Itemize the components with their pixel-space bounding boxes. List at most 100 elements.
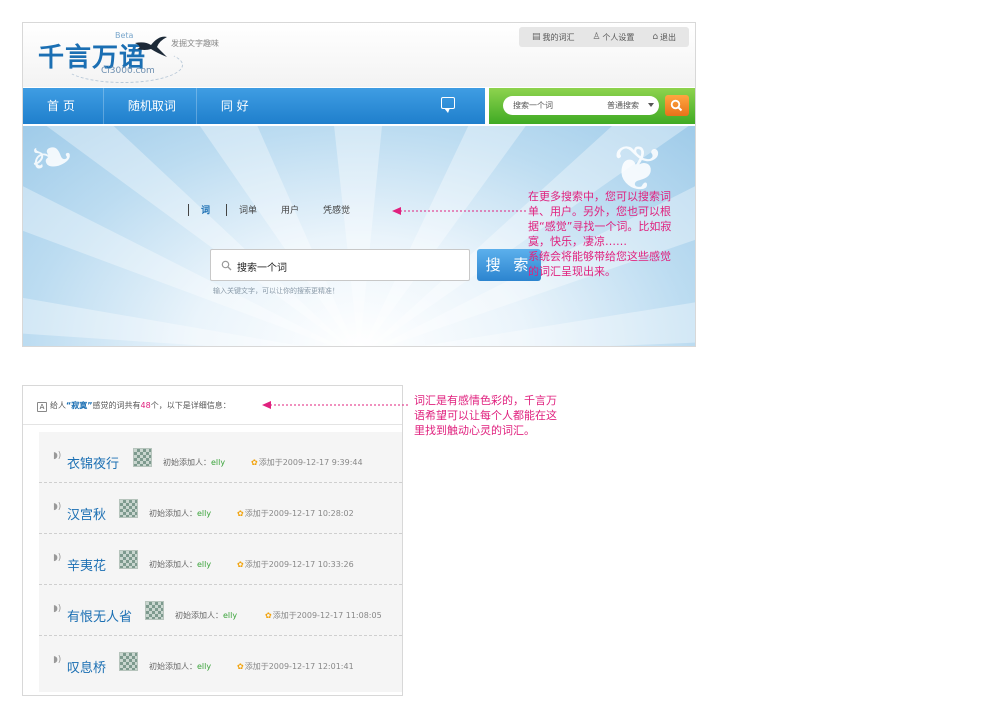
tab-wordlist[interactable]: 词单 [239,203,257,216]
added-date-text: 添加于2009-12-17 11:08:05 [272,611,382,620]
main-search-placeholder: 搜索一个词 [237,263,287,274]
top-search-input[interactable]: 搜索一个词 普通搜索 [503,96,659,115]
word-link[interactable]: 辛夷花 [67,555,106,574]
annotation-note-search-text: 在更多搜索中，您可以搜索词单、用户。另外，您也可以根据“感觉”寻找一个词。比如寂… [528,190,672,278]
speaker-icon[interactable]: ◗) [53,604,61,614]
nav-item-home[interactable]: 首 页 [23,88,104,124]
speaker-icon[interactable]: ◗) [53,655,61,665]
annotation-note-search: 在更多搜索中，您可以搜索词单、用户。另外，您也可以根据“感觉”寻找一个词。比如寂… [528,189,680,279]
letter-a-icon: A [37,402,47,412]
tab-feeling[interactable]: 凭感觉 [323,203,350,216]
star-icon: ✿ [251,458,258,467]
word-link[interactable]: 汉宫秋 [67,504,106,523]
added-date: ✿添加于2009-12-17 9:39:44 [251,457,363,468]
search-hint: 输入关键文字，可以让你的搜索更精准！ [213,287,339,295]
speaker-icon[interactable]: ◗) [53,502,61,512]
added-date-text: 添加于2009-12-17 12:01:41 [244,662,354,671]
summary-prefix: 给人 [50,401,66,410]
person-icon: ♙ [592,32,601,42]
list-item: ◗) 有恨无人省 初始添加人：elly ✿添加于2009-12-17 11:08… [39,585,402,636]
adder-info: 初始添加人：elly [149,559,211,570]
site-screenshot-top: 千言万语 Beta Ci3000.com 发掘文字趣味 ▤ 我的词汇 ♙ 个人设… [22,22,696,347]
my-words-label: 我的词汇 [542,32,575,42]
adder-info: 初始添加人：elly [163,457,225,468]
main-search-input[interactable]: 搜索一个词 [210,249,470,281]
site-screenshot-bottom: A 给人“寂寞”感觉的词共有48个，以下是详细信息： ◗) 衣锦夜行 初始添加人：… [22,385,403,696]
logout-link[interactable]: ⌂ 退出 [652,32,676,43]
avatar[interactable] [133,448,152,467]
results-summary: A 给人“寂寞”感觉的词共有48个，以下是详细信息： [37,400,231,412]
divider [23,424,402,425]
adder-label: 初始添加人： [149,662,197,671]
avatar[interactable] [119,550,138,569]
top-search-button[interactable] [665,95,689,116]
nav-item-random[interactable]: 随机取词 [104,88,197,124]
list-item: ◗) 汉宫秋 初始添加人：elly ✿添加于2009-12-17 10:28:0… [39,483,402,534]
logo-url: Ci3000.com [101,66,155,76]
result-count: 48 [140,401,151,410]
adder-name[interactable]: elly [197,560,211,569]
annotation-arrow-1 [392,207,526,215]
list-item: ◗) 叹息桥 初始添加人：elly ✿添加于2009-12-17 12:01:4… [39,636,402,687]
adder-info: 初始添加人：elly [175,610,237,621]
search-type-tabs: 词 词单 用户 凭感觉 [188,203,374,216]
added-date-text: 添加于2009-12-17 10:33:26 [244,560,354,569]
speaker-icon[interactable]: ◗) [53,451,61,461]
feeling-word[interactable]: “寂寞” [66,401,93,410]
summary-middle: 感觉的词共有 [92,401,141,410]
added-date: ✿添加于2009-12-17 11:08:05 [265,610,382,621]
top-search-bar: 搜索一个词 普通搜索 [489,88,695,124]
top-search-placeholder: 搜索一个词 [513,101,553,110]
site-slogan: 发掘文字趣味 [171,39,219,48]
tab-divider [226,203,228,216]
search-icon [670,99,683,112]
list-item: ◗) 辛夷花 初始添加人：elly ✿添加于2009-12-17 10:33:2… [39,534,402,585]
star-icon: ✿ [237,560,244,569]
tab-word[interactable]: 词 [201,203,210,216]
settings-link[interactable]: ♙ 个人设置 [592,32,634,43]
swallow-icon [135,36,167,57]
adder-label: 初始添加人： [175,611,223,620]
star-icon: ✿ [237,509,244,518]
word-link[interactable]: 叹息桥 [67,657,106,676]
settings-label: 个人设置 [602,32,635,42]
adder-name[interactable]: elly [223,611,237,620]
adder-info: 初始添加人：elly [149,661,211,672]
avatar[interactable] [145,601,164,620]
added-date: ✿添加于2009-12-17 10:28:02 [237,508,354,519]
home-icon: ⌂ [652,32,659,42]
chevron-down-icon[interactable] [648,103,654,107]
added-date-text: 添加于2009-12-17 10:28:02 [244,509,354,518]
nav-item-friends[interactable]: 同 好 [197,88,269,124]
summary-suffix: 个，以下是详细信息： [150,401,231,410]
star-icon: ✿ [265,611,272,620]
word-list: ◗) 衣锦夜行 初始添加人：elly ✿添加于2009-12-17 9:39:4… [39,432,402,692]
annotation-note-words: 词汇是有感情色彩的，千言万语希望可以让每个人都能在这里找到触动心灵的词汇。 [414,393,564,438]
search-mode-select[interactable]: 普通搜索 [607,100,639,111]
annotation-note-words-text: 词汇是有感情色彩的，千言万语希望可以让每个人都能在这里找到触动心灵的词汇。 [414,394,557,437]
adder-label: 初始添加人： [149,509,197,518]
avatar[interactable] [119,499,138,518]
adder-name[interactable]: elly [197,509,211,518]
tab-divider [188,203,189,216]
tab-users[interactable]: 用户 [281,203,299,216]
my-words-link[interactable]: ▤ 我的词汇 [532,32,575,43]
added-date: ✿添加于2009-12-17 12:01:41 [237,661,354,672]
added-date: ✿添加于2009-12-17 10:33:26 [237,559,354,570]
word-link[interactable]: 衣锦夜行 [67,453,119,472]
chat-icon[interactable] [441,97,455,113]
adder-label: 初始添加人： [163,458,211,467]
adder-name[interactable]: elly [211,458,225,467]
list-item: ◗) 衣锦夜行 初始添加人：elly ✿添加于2009-12-17 9:39:4… [39,432,402,483]
book-icon: ▤ [531,32,541,42]
word-link[interactable]: 有恨无人省 [67,606,132,625]
adder-name[interactable]: elly [197,662,211,671]
site-header: 千言万语 Beta Ci3000.com 发掘文字趣味 ▤ 我的词汇 ♙ 个人设… [23,23,695,87]
logo-beta-badge: Beta [115,31,134,40]
logout-label: 退出 [660,32,677,42]
adder-label: 初始添加人： [149,560,197,569]
user-bar: ▤ 我的词汇 ♙ 个人设置 ⌂ 退出 [519,27,689,47]
speaker-icon[interactable]: ◗) [53,553,61,563]
search-icon [221,260,232,271]
avatar[interactable] [119,652,138,671]
